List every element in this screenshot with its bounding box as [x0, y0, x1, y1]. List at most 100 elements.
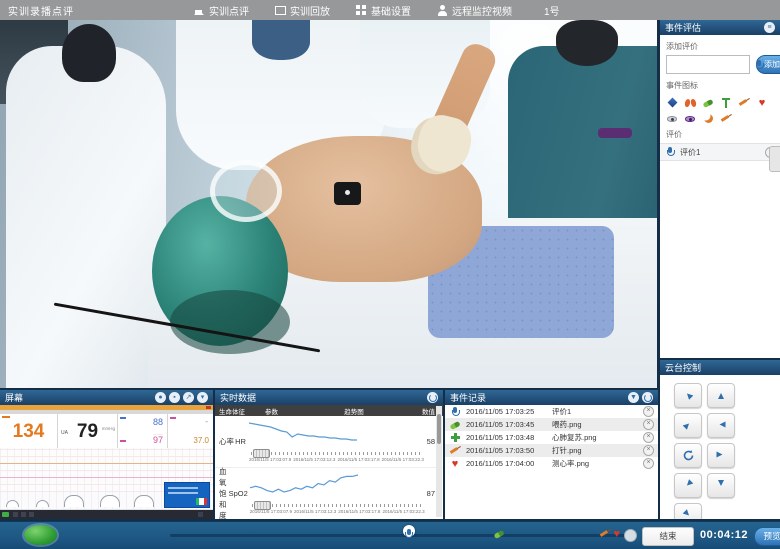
ptz-up-right-button[interactable]	[674, 413, 702, 438]
delete-event-button[interactable]: ×	[643, 445, 654, 456]
rotate-icon	[682, 449, 695, 462]
timeline-bar: 结束 00:04:12 预览	[0, 521, 780, 549]
capsule-icon	[702, 97, 714, 109]
event-record-row[interactable]: 2016/11/05 17:03:25评价1×	[445, 405, 658, 418]
range-slider-thumb[interactable]	[253, 449, 270, 458]
ptz-down-left-button[interactable]	[674, 473, 702, 498]
comment-row[interactable]: 评价1×	[660, 143, 780, 161]
menu-item-1[interactable]: 实训点评	[194, 3, 249, 18]
record-icon[interactable]: ●	[155, 392, 166, 403]
menu-item-4[interactable]: 远程监控视频	[437, 3, 512, 18]
timeline-marker-capsule[interactable]	[493, 525, 505, 537]
eye-icon	[666, 113, 678, 125]
electrode-center-dot	[345, 190, 350, 195]
more-icon[interactable]: ≡	[764, 22, 775, 33]
down-arrow-icon	[718, 480, 724, 489]
realtime-title: 实时数据	[220, 391, 256, 404]
download-icon[interactable]: ▼	[628, 392, 639, 403]
x-tick-label: 2016/11/5 17:03:12.3	[294, 509, 336, 514]
chart-x-ticks: 2016/11/5 17:03:07.92016/11/5 17:03:12.3…	[249, 457, 424, 462]
ptz-down-button[interactable]	[707, 473, 735, 498]
station-label: 1号	[544, 3, 560, 18]
preview-button[interactable]: 预览	[754, 527, 780, 546]
event-name: 打针.png	[552, 445, 643, 456]
nibp-label: UA	[61, 415, 68, 451]
event-icon-cell[interactable]	[756, 94, 769, 107]
ptz-left-button[interactable]	[707, 413, 735, 438]
snapshot-icon[interactable]: ▪	[169, 392, 180, 403]
event-evaluation-title: 事件评估	[665, 21, 701, 34]
delete-event-button[interactable]: ×	[643, 419, 654, 430]
event-name: 心肺复苏.png	[552, 432, 643, 443]
end-button[interactable]: 结束	[642, 527, 694, 546]
chart-range-slider[interactable]	[251, 449, 422, 456]
face-mask	[210, 160, 282, 222]
range-slider-thumb[interactable]	[254, 501, 271, 510]
settings-icon[interactable]: ▾	[197, 392, 208, 403]
spo2-value: 97	[153, 434, 163, 445]
capsule-icon	[493, 528, 505, 540]
event-time: 2016/11/05 17:03:25	[466, 407, 552, 416]
delete-event-button[interactable]: ×	[643, 406, 654, 417]
nurse-head	[556, 20, 618, 66]
event-time: 2016/11/05 17:04:00	[466, 459, 552, 468]
event-icon-cell[interactable]	[684, 94, 697, 107]
taskbar	[0, 510, 213, 519]
event-time: 2016/11/05 17:03:48	[466, 433, 552, 442]
event-evaluation-panel: 事件评估 ≡ 添加评价 添加 事件图标 评价 评价1×	[660, 20, 780, 358]
realtime-header: 实时数据	[215, 390, 443, 405]
record-indicator-button[interactable]	[24, 525, 57, 545]
timeline-marker-syringe[interactable]	[599, 525, 611, 537]
event-icons-label: 事件图标	[666, 80, 780, 91]
chart-range-slider[interactable]	[252, 501, 423, 508]
event-record-row[interactable]: 2016/11/05 17:03:45喂药.png×	[445, 418, 658, 431]
x-tick-label: 2016/11/5 17:03:17.8	[338, 509, 380, 514]
ptz-down-right-button[interactable]	[674, 503, 702, 519]
menu-item-3[interactable]: 基础设置	[356, 3, 411, 18]
event-record-row[interactable]: 2016/11/05 17:03:48心肺复苏.png×	[445, 431, 658, 444]
vital-name: 血氧饱和度	[215, 466, 229, 519]
share-icon[interactable]: ↗	[183, 392, 194, 403]
event-record-list: 2016/11/05 17:03:25评价1×2016/11/05 17:03:…	[445, 405, 658, 470]
event-icon-cell[interactable]	[720, 94, 733, 107]
seek-thumb[interactable]	[624, 529, 637, 542]
event-record-row[interactable]: 2016/11/05 17:04:00测心率.png×	[445, 457, 658, 470]
ptz-right-button[interactable]	[707, 443, 735, 468]
menu-item-2[interactable]: 实训回放	[275, 3, 330, 18]
ptz-direction-grid	[674, 383, 766, 519]
x-tick-label: 2016/11/5 17:03:22.3	[382, 509, 424, 514]
realtime-row: 心率HR2016/11/5 17:03:07.92016/11/5 17:03:…	[215, 416, 443, 468]
trend-sparkline	[248, 473, 360, 495]
event-icon-cell[interactable]	[702, 94, 715, 107]
event-icon-cell[interactable]	[684, 110, 697, 123]
grid-icon	[356, 5, 367, 16]
refresh-icon[interactable]	[642, 392, 653, 403]
eye-purple-icon	[684, 113, 696, 125]
ptz-up-left-button[interactable]	[674, 383, 702, 408]
app-title: 实训录播点评	[8, 3, 74, 18]
screen-panel-title: 屏幕	[5, 391, 23, 404]
event-evaluation-header: 事件评估 ≡	[660, 20, 780, 35]
comment-input[interactable]	[666, 55, 750, 74]
delete-event-button[interactable]: ×	[643, 458, 654, 469]
ptz-up-button[interactable]	[707, 383, 735, 408]
event-name: 评价1	[552, 406, 643, 417]
ptz-rotate-button[interactable]	[674, 443, 702, 468]
event-icon-cell[interactable]	[666, 94, 679, 107]
timeline-marker-heart[interactable]	[611, 525, 623, 537]
delete-event-button[interactable]: ×	[643, 432, 654, 443]
event-icon-cell[interactable]	[738, 94, 751, 107]
event-icon-cell[interactable]	[666, 110, 679, 123]
event-icon-cell[interactable]	[702, 110, 715, 123]
timeline-marker-mic[interactable]	[403, 525, 415, 537]
left-arrow-icon	[717, 421, 726, 427]
trend-chart: 2016/11/5 17:03:07.92016/11/5 17:03:12.3…	[247, 421, 426, 462]
realtime-scrollbar[interactable]	[436, 406, 442, 517]
seek-track[interactable]	[170, 534, 632, 537]
clinician-cap-top	[252, 20, 310, 60]
event-record-row[interactable]: 2016/11/05 17:03:50打针.png×	[445, 444, 658, 457]
emoji-more-button[interactable]	[769, 146, 780, 172]
event-icon-cell[interactable]	[720, 110, 733, 123]
mic-icon	[403, 528, 415, 540]
refresh-icon[interactable]	[427, 392, 438, 403]
